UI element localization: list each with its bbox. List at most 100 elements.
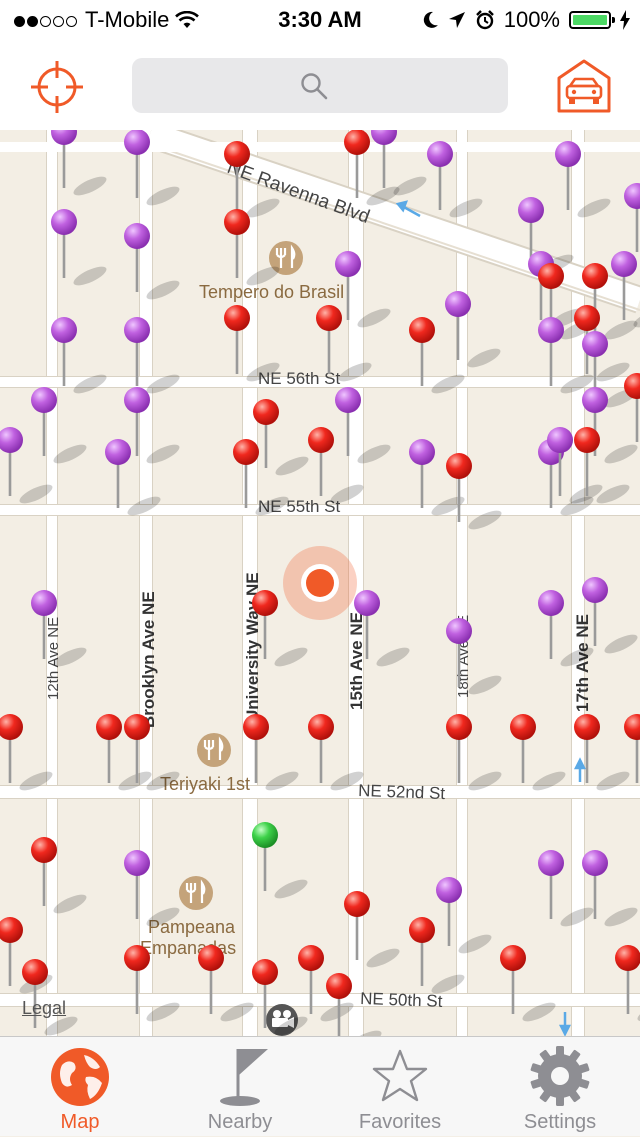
pin-head	[22, 959, 48, 985]
battery-percent: 100%	[503, 7, 560, 32]
pin-head	[611, 251, 637, 277]
star-icon	[372, 1049, 428, 1102]
pin-head	[316, 305, 342, 331]
pin-head	[253, 399, 279, 425]
navigation-bar	[0, 40, 640, 130]
garage-car-icon	[557, 59, 611, 113]
pin-head	[31, 837, 57, 863]
tab-nearby[interactable]: Nearby	[160, 1037, 320, 1137]
pin-head	[224, 141, 250, 167]
alarm-icon	[475, 10, 494, 30]
pin-head	[615, 945, 640, 971]
street-label-52nd: NE 52nd St	[358, 781, 446, 803]
pin-head	[233, 439, 259, 465]
flag-icon	[220, 1049, 268, 1106]
pin-head	[574, 427, 600, 453]
pin-head	[96, 714, 122, 740]
tab-settings[interactable]: Settings	[480, 1037, 640, 1137]
street-label-50th: NE 50th St	[360, 989, 443, 1011]
pin-head	[445, 291, 471, 317]
battery-icon	[569, 11, 615, 29]
pin-head	[335, 387, 361, 413]
pin-head	[308, 714, 334, 740]
pin-head	[574, 714, 600, 740]
pin-head	[582, 850, 608, 876]
pin-head	[409, 917, 435, 943]
street-road	[0, 142, 640, 152]
avenue-road	[140, 130, 152, 1036]
globe-icon	[51, 1048, 109, 1106]
pin-head	[582, 577, 608, 603]
gear-icon	[530, 1046, 590, 1106]
status-right-group: 100%	[421, 7, 630, 33]
pin-head	[243, 714, 269, 740]
pin-head	[124, 850, 150, 876]
pin-head	[538, 590, 564, 616]
tab-label-settings: Settings	[523, 1111, 597, 1133]
avenue-road	[457, 130, 467, 1036]
search-input[interactable]	[132, 58, 508, 113]
pin-head	[51, 209, 77, 235]
pin-head	[574, 305, 600, 331]
pin-head	[344, 891, 370, 917]
pin-head	[124, 317, 150, 343]
tab-label-nearby: Nearby	[207, 1111, 273, 1133]
pin-head	[252, 590, 278, 616]
pin-head	[538, 850, 564, 876]
map-view[interactable]: NE Ravenna Blvd NE 56th St NE 55th St NE…	[0, 130, 640, 1036]
pin-head	[582, 263, 608, 289]
pin-head	[298, 945, 324, 971]
pin-head	[538, 317, 564, 343]
pin-head	[335, 251, 361, 277]
pin-head	[224, 209, 250, 235]
pin-head	[427, 141, 453, 167]
pin-head	[446, 453, 472, 479]
pin-head	[409, 317, 435, 343]
pin-head	[124, 130, 150, 155]
legal-link[interactable]: Legal	[22, 998, 66, 1019]
tab-favorites[interactable]: Favorites	[320, 1037, 480, 1137]
pin-head	[582, 387, 608, 413]
pin-head	[436, 877, 462, 903]
pin-head	[409, 439, 435, 465]
tab-map[interactable]: Map	[0, 1037, 160, 1137]
garage-button[interactable]	[556, 58, 612, 114]
pin-head	[105, 439, 131, 465]
pin-head	[510, 714, 536, 740]
tab-label-favorites: Favorites	[358, 1111, 442, 1133]
pin-head	[500, 945, 526, 971]
pin-head	[124, 223, 150, 249]
avenue-road	[47, 130, 57, 1036]
tab-label-map: Map	[60, 1111, 100, 1133]
pin-head	[51, 317, 77, 343]
pin-head	[538, 263, 564, 289]
pin-head	[308, 427, 334, 453]
pin-head	[547, 427, 573, 453]
pin-head	[446, 714, 472, 740]
pin-head	[518, 197, 544, 223]
location-arrow-icon	[448, 12, 465, 28]
pin-head	[198, 945, 224, 971]
pin-head	[31, 590, 57, 616]
pin-head	[124, 945, 150, 971]
street-label-brooklyn: Brooklyn Ave NE	[139, 591, 158, 728]
pin-head	[582, 331, 608, 357]
search-icon	[301, 73, 328, 100]
poi-label-tempero: Tempero do Brasil	[199, 282, 344, 302]
pin-head	[224, 305, 250, 331]
pin-head	[124, 387, 150, 413]
crosshair-locate-icon	[31, 61, 83, 113]
pin-head	[446, 618, 472, 644]
pin-head	[555, 141, 581, 167]
pin-head	[326, 973, 352, 999]
pin-head	[31, 387, 57, 413]
street-label-15th: 15th Ave NE	[347, 612, 366, 710]
moon-icon	[423, 11, 438, 28]
tab-bar: Map Nearby Favorites Settings	[0, 1036, 640, 1136]
pin-head	[354, 590, 380, 616]
current-location-marker	[283, 546, 357, 620]
charging-bolt-icon	[620, 10, 630, 30]
locate-me-button[interactable]	[30, 60, 84, 114]
pin-head	[252, 822, 278, 848]
map-canvas[interactable]: NE Ravenna Blvd NE 56th St NE 55th St NE…	[0, 130, 640, 1036]
